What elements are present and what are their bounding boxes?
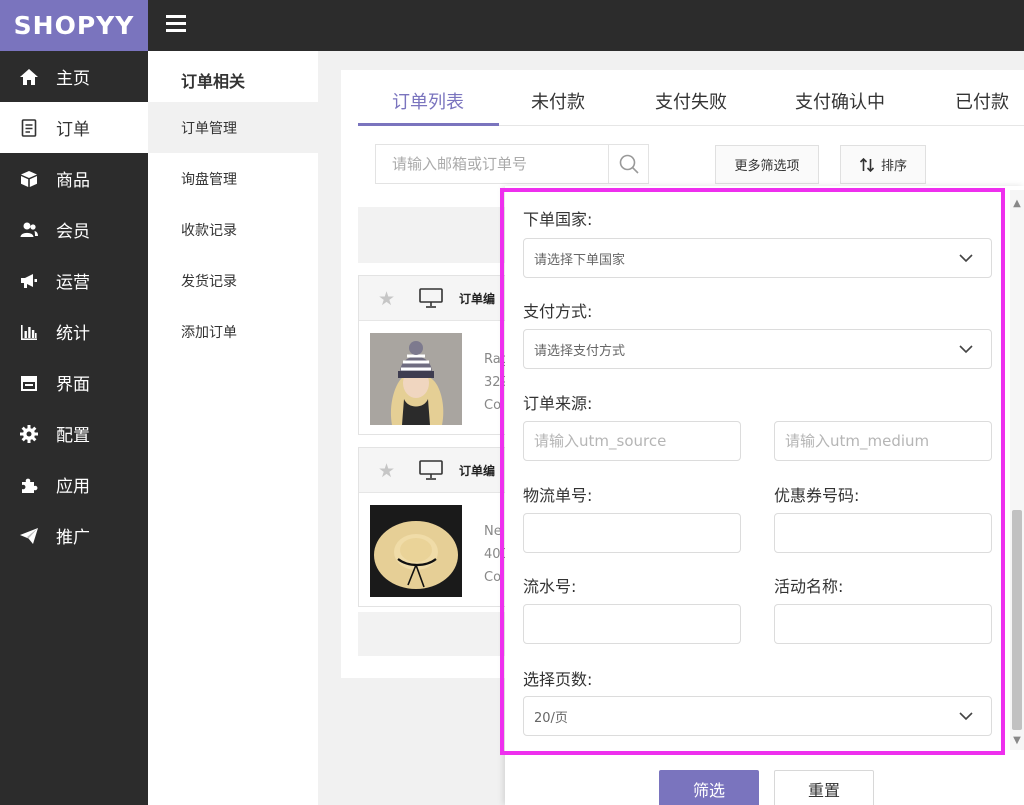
sidebar-item-label: 运营 [56, 273, 90, 293]
tab-payment-confirming[interactable]: 支付确认中 [795, 88, 885, 114]
coupon-code-input[interactable] [774, 513, 992, 553]
sidebar-item-label: 统计 [56, 324, 90, 344]
sidebar-item-home[interactable]: 主页 [0, 51, 148, 102]
members-icon [19, 220, 39, 240]
bar-chart-icon [19, 322, 39, 342]
scrollbar-thumb[interactable] [1012, 510, 1022, 730]
hamburger-menu-icon[interactable] [166, 15, 186, 33]
sidebar-item-members[interactable]: 会员 [0, 204, 148, 255]
subnav-item-inquiry-management[interactable]: 询盘管理 [148, 153, 318, 204]
search-box [375, 144, 649, 184]
subnav-item-order-management[interactable]: 订单管理 [148, 102, 318, 153]
subnav-item-add-order[interactable]: 添加订单 [148, 306, 318, 357]
top-bar: SHOPYY [0, 0, 1024, 51]
order-number-label: 订单编 [459, 464, 496, 478]
search-input[interactable] [376, 145, 608, 183]
country-select[interactable]: 请选择下单国家 [523, 238, 992, 278]
utm-source-input[interactable] [523, 421, 741, 461]
source-label: 订单来源: [523, 394, 593, 413]
sort-button[interactable]: 排序 [840, 145, 926, 184]
sidebar-item-label: 应用 [56, 477, 90, 497]
filter-drawer: 下单国家: 请选择下单国家 支付方式: 请选择支付方式 订单来源: 物流单号: … [505, 186, 1024, 805]
desktop-icon [419, 460, 443, 480]
order-number-label: 订单编 [459, 292, 496, 306]
filter-reset-button[interactable]: 重置 [774, 770, 874, 805]
order-icon [19, 118, 39, 138]
campaign-name-input[interactable] [774, 604, 992, 644]
payment-select[interactable]: 请选择支付方式 [523, 329, 992, 369]
product-image-knit-hat[interactable] [370, 333, 462, 425]
country-select-value: 请选择下单国家 [534, 252, 626, 268]
sidebar-item-statistics[interactable]: 统计 [0, 306, 148, 357]
storefront-icon [19, 373, 39, 393]
tab-order-list[interactable]: 订单列表 [392, 88, 464, 114]
sidebar: 主页 订单 商品 会员 运营 统计 界面 配置 应用 推广 [0, 51, 148, 805]
chevron-down-icon [959, 345, 973, 354]
sidebar-item-orders[interactable]: 订单 [0, 102, 148, 153]
order-tabs: 订单列表 未付款 支付失败 支付确认中 已付款 [358, 70, 1024, 126]
product-image-straw-hat[interactable] [370, 505, 462, 597]
active-tab-indicator [358, 123, 499, 126]
sidebar-item-label: 界面 [56, 375, 90, 395]
tab-paid[interactable]: 已付款 [955, 88, 1009, 114]
tab-unpaid[interactable]: 未付款 [531, 88, 585, 114]
payment-select-value: 请选择支付方式 [534, 343, 626, 359]
sidebar-item-interface[interactable]: 界面 [0, 357, 148, 408]
paper-plane-icon [19, 526, 39, 546]
search-button[interactable] [608, 145, 648, 183]
more-filters-button[interactable]: 更多筛选项 [715, 145, 819, 184]
tab-payment-failed[interactable]: 支付失败 [655, 88, 727, 114]
scroll-down-icon[interactable]: ▼ [1010, 735, 1024, 747]
sidebar-item-label: 订单 [56, 120, 90, 140]
box-icon [19, 169, 39, 189]
sidebar-item-promotion[interactable]: 推广 [0, 510, 148, 561]
sidebar-item-label: 推广 [56, 528, 90, 548]
sidebar-item-label: 商品 [56, 171, 90, 191]
sidebar-item-apps[interactable]: 应用 [0, 459, 148, 510]
gear-icon [19, 424, 39, 444]
tracking-number-input[interactable] [523, 513, 741, 553]
sidebar-item-label: 主页 [56, 69, 90, 89]
puzzle-icon [19, 475, 39, 495]
star-icon[interactable]: ★ [378, 460, 395, 482]
logo[interactable]: SHOPYY [0, 0, 148, 51]
subnav-item-shipping-records[interactable]: 发货记录 [148, 255, 318, 306]
campaign-label: 活动名称: [774, 577, 844, 596]
search-icon [619, 154, 639, 174]
coupon-label: 优惠券号码: [774, 486, 860, 505]
home-icon [19, 67, 39, 87]
chevron-down-icon [959, 254, 973, 263]
scroll-up-icon[interactable]: ▲ [1010, 198, 1024, 210]
sidebar-item-label: 配置 [56, 426, 90, 446]
serial-label: 流水号: [523, 577, 577, 596]
serial-number-input[interactable] [523, 604, 741, 644]
page-size-label: 选择页数: [523, 670, 593, 689]
drawer-scrollbar[interactable]: ▲ ▼ [1010, 190, 1024, 750]
utm-medium-input[interactable] [774, 421, 992, 461]
filter-submit-button[interactable]: 筛选 [659, 770, 759, 805]
sidebar-item-products[interactable]: 商品 [0, 153, 148, 204]
sidebar-item-settings[interactable]: 配置 [0, 408, 148, 459]
star-icon[interactable]: ★ [378, 288, 395, 310]
sub-navigation: 订单相关 订单管理 询盘管理 收款记录 发货记录 添加订单 [148, 51, 318, 805]
sidebar-item-label: 会员 [56, 222, 90, 242]
sort-label: 排序 [880, 159, 907, 174]
chevron-down-icon [959, 712, 973, 721]
country-label: 下单国家: [523, 210, 593, 229]
megaphone-icon [19, 271, 39, 291]
tracking-label: 物流单号: [523, 486, 593, 505]
desktop-icon [419, 288, 443, 308]
subnav-title: 订单相关 [181, 72, 246, 91]
sort-icon [859, 157, 875, 172]
payment-label: 支付方式: [523, 302, 593, 321]
subnav-item-payment-records[interactable]: 收款记录 [148, 204, 318, 255]
page-size-select[interactable]: 20/页 [523, 696, 992, 736]
page-size-value: 20/页 [534, 710, 568, 726]
sidebar-item-marketing[interactable]: 运营 [0, 255, 148, 306]
